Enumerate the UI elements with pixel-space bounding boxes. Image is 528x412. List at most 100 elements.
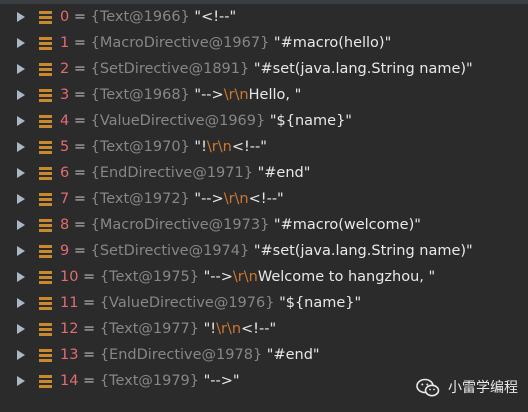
variable-value: Hello, " [248,87,302,103]
variable-content: 13 = {EndDirective@1978} "#end" [60,342,320,368]
variable-row[interactable]: 8 = {MacroDirective@1973} "#macro(welcom… [0,212,528,238]
variable-value: "#end" [266,347,320,363]
expand-arrow-icon[interactable] [17,194,25,204]
variable-value: "${name}" [279,295,362,311]
expand-arrow-icon[interactable] [17,116,25,126]
expand-arrow-icon[interactable] [17,350,25,360]
expand-arrow-icon[interactable] [17,12,25,22]
variable-content: 4 = {ValueDirective@1969} "${name}" [60,108,352,134]
variable-type: {SetDirective@1891} [90,61,250,77]
variable-type: {SetDirective@1974} [90,243,250,259]
variable-content: 3 = {Text@1968} "-->\r\nHello, " [60,82,301,108]
variable-index: 6 [60,165,70,181]
escape-sequence: \r\n [206,139,232,155]
variable-index: 2 [60,61,70,77]
variable-row[interactable]: 10 = {Text@1975} "-->\r\nWelcome to hang… [0,264,528,290]
variable-content: 7 = {Text@1972} "-->\r\n<!--" [60,186,284,212]
variable-row[interactable]: 11 = {ValueDirective@1976} "${name}" [0,290,528,316]
expand-arrow-icon[interactable] [17,142,25,152]
expand-arrow-icon[interactable] [17,168,25,178]
equals-sign: = [78,269,100,285]
variable-row[interactable]: 1 = {MacroDirective@1967} "#macro(hello)… [0,30,528,56]
escape-sequence: \r\n [223,191,249,207]
variable-row[interactable]: 13 = {EndDirective@1978} "#end" [0,342,528,368]
variable-index: 5 [60,139,70,155]
variable-type: {EndDirective@1978} [99,347,263,363]
variable-type: {Text@1977} [99,321,200,337]
variable-value: "-->" [203,373,240,389]
variable-row[interactable]: 2 = {SetDirective@1891} "#set(java.lang.… [0,56,528,82]
escape-sequence: \r\n [216,321,242,337]
expand-arrow-icon[interactable] [17,64,25,74]
field-icon [39,297,52,310]
variable-type: {EndDirective@1971} [90,165,253,181]
variable-value: "<!--" [194,9,237,25]
expand-arrow-icon[interactable] [17,324,25,334]
variable-value: "--> [194,87,224,103]
equals-sign: = [69,35,91,51]
field-icon [39,63,52,76]
field-icon [39,323,52,336]
equals-sign: = [78,321,100,337]
variable-row[interactable]: 5 = {Text@1970} "!\r\n<!--" [0,134,528,160]
expand-arrow-icon[interactable] [17,272,25,282]
field-icon [39,89,52,102]
equals-sign: = [78,295,100,311]
equals-sign: = [69,139,91,155]
variable-type: {ValueDirective@1969} [90,113,266,129]
expand-arrow-icon[interactable] [17,38,25,48]
variable-value: <!--" [241,321,277,337]
variable-type: {Text@1970} [90,139,190,155]
field-icon [39,245,52,258]
variable-index: 14 [60,373,79,389]
variable-index: 0 [60,9,70,25]
variable-value: "${name}" [269,113,352,129]
variables-tree: 0 = {Text@1966} "<!--" 1 = {MacroDirectiv… [0,4,528,394]
equals-sign: = [78,347,100,363]
variable-type: {MacroDirective@1967} [90,35,270,51]
variable-value: <!--" [231,139,267,155]
equals-sign: = [69,87,91,103]
variable-index: 9 [60,243,70,259]
expand-arrow-icon[interactable] [17,90,25,100]
variable-value: Welcome to hangzhou, " [257,269,436,285]
variable-row[interactable]: 9 = {SetDirective@1974} "#set(java.lang.… [0,238,528,264]
equals-sign: = [78,373,100,389]
variable-value: "#macro(hello)" [273,35,392,51]
variable-index: 4 [60,113,70,129]
equals-sign: = [69,243,91,259]
watermark-text: 小雷学编程 [448,380,518,396]
field-icon [39,11,52,24]
variable-content: 8 = {MacroDirective@1973} "#macro(welcom… [60,212,421,238]
expand-arrow-icon[interactable] [17,246,25,256]
variable-index: 7 [60,191,70,207]
variable-index: 10 [60,269,79,285]
variable-row[interactable]: 7 = {Text@1972} "-->\r\n<!--" [0,186,528,212]
variable-row[interactable]: 6 = {EndDirective@1971} "#end" [0,160,528,186]
field-icon [39,219,52,232]
variable-content: 9 = {SetDirective@1974} "#set(java.lang.… [60,238,473,264]
variable-row[interactable]: 3 = {Text@1968} "-->\r\nHello, " [0,82,528,108]
field-icon [39,349,52,362]
variable-index: 8 [60,217,70,233]
expand-arrow-icon[interactable] [17,298,25,308]
variable-value: "! [203,321,217,337]
variable-content: 6 = {EndDirective@1971} "#end" [60,160,310,186]
equals-sign: = [69,191,91,207]
variable-value: "#end" [257,165,311,181]
variable-row[interactable]: 12 = {Text@1977} "!\r\n<!--" [0,316,528,342]
variable-value: "#set(java.lang.String name)" [253,243,473,259]
variable-row[interactable]: 4 = {ValueDirective@1969} "${name}" [0,108,528,134]
wechat-icon [416,378,440,397]
expand-arrow-icon[interactable] [17,376,25,386]
variable-value: "--> [203,269,233,285]
field-icon [39,167,52,180]
variable-content: 11 = {ValueDirective@1976} "${name}" [60,290,361,316]
variable-type: {MacroDirective@1973} [90,217,270,233]
expand-arrow-icon[interactable] [17,220,25,230]
variable-index: 12 [60,321,79,337]
equals-sign: = [69,61,91,77]
variable-row[interactable]: 0 = {Text@1966} "<!--" [0,4,528,30]
escape-sequence: \r\n [223,87,249,103]
variable-content: 0 = {Text@1966} "<!--" [60,4,236,30]
